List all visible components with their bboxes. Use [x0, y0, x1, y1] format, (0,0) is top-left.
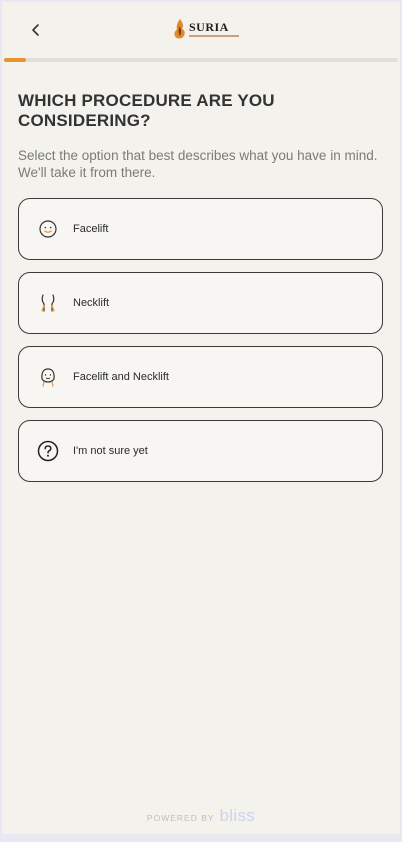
question-title: WHICH PROCEDURE ARE YOU CONSIDERING?	[18, 91, 275, 130]
brand-logo: SURIA	[173, 16, 239, 42]
app-screen: SURIA WHICH PROCEDURE ARE YOU CONSIDERIN…	[2, 2, 400, 834]
progress-bar	[4, 58, 398, 62]
face-neck-icon	[37, 366, 59, 388]
powered-by-label: POWERED BY	[146, 813, 215, 823]
face-icon	[37, 218, 59, 240]
progress-fill	[4, 58, 26, 62]
option-facelift[interactable]: Facelift	[18, 198, 383, 260]
option-label: Necklift	[73, 297, 110, 309]
header: SURIA	[2, 2, 400, 58]
suria-flame-logo-icon	[174, 19, 185, 39]
bliss-brand[interactable]: bliss	[220, 806, 256, 826]
option-label: I'm not sure yet	[73, 445, 148, 457]
back-button[interactable]	[24, 18, 48, 42]
option-not-sure[interactable]: I'm not sure yet	[18, 420, 383, 482]
option-label: Facelift	[73, 223, 109, 235]
powered-by-footer: POWERED BY bliss	[2, 806, 400, 826]
question-subtitle: Select the option that best describes wh…	[18, 148, 378, 180]
option-necklift[interactable]: Necklift	[18, 272, 383, 334]
chevron-left-icon	[32, 24, 39, 36]
logo-underline	[189, 35, 239, 37]
options-list: Facelift Necklift Facelift and Necklift …	[18, 198, 383, 494]
question-icon	[37, 440, 59, 462]
logo-text: SURIA	[189, 20, 229, 34]
option-label: Facelift and Necklift	[73, 371, 169, 383]
option-facelift-and-necklift[interactable]: Facelift and Necklift	[18, 346, 383, 408]
neck-icon	[37, 292, 59, 314]
